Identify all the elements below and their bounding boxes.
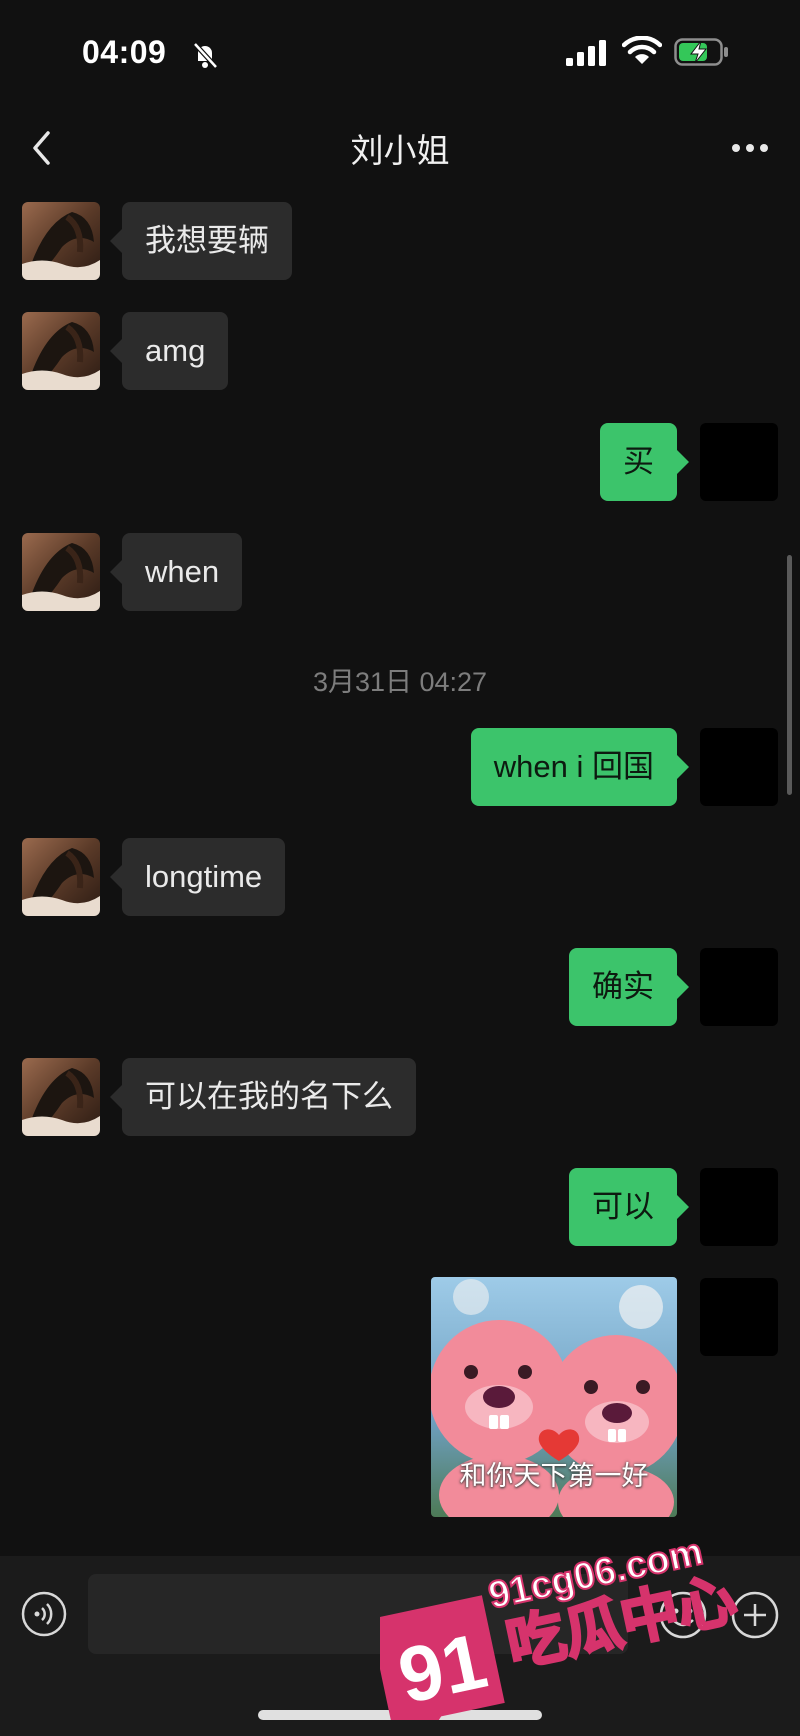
chat-scrollbar[interactable] <box>787 555 792 795</box>
chat-title: 刘小姐 <box>350 132 450 169</box>
message-bubble-incoming[interactable]: when <box>109 533 243 611</box>
my-avatar[interactable] <box>700 1168 778 1246</box>
my-avatar[interactable] <box>700 1278 778 1356</box>
message-bubble-outgoing[interactable]: 可以 <box>569 1168 689 1246</box>
wifi-icon <box>621 35 663 71</box>
input-bar <box>0 1556 800 1736</box>
message-row: 确实 <box>0 946 800 1026</box>
emoji-button[interactable] <box>658 1590 708 1640</box>
message-row: 可以在我的名下么 <box>0 1056 800 1136</box>
home-indicator[interactable] <box>258 1710 542 1720</box>
more-actions-button[interactable] <box>730 1590 780 1640</box>
message-row: when i 回国 <box>0 726 800 806</box>
message-row: longtime <box>0 836 800 916</box>
bell-slash-icon <box>190 40 220 75</box>
contact-avatar[interactable] <box>22 202 100 280</box>
message-row: 可以 <box>0 1166 800 1246</box>
battery-charging-icon <box>674 38 730 71</box>
my-avatar[interactable] <box>700 948 778 1026</box>
contact-avatar[interactable] <box>22 533 100 611</box>
smiley-icon <box>659 1591 707 1639</box>
plus-circle-icon <box>731 1591 779 1639</box>
cellular-signal-icon <box>566 40 610 71</box>
chevron-left-icon <box>33 131 50 165</box>
message-bubble-outgoing[interactable]: when i 回国 <box>470 728 690 806</box>
message-bubble-outgoing[interactable]: 买 <box>600 423 689 501</box>
message-row: amg <box>0 310 800 390</box>
message-bubble-outgoing[interactable]: 确实 <box>569 948 689 1026</box>
back-button[interactable] <box>18 118 78 178</box>
status-bar: 04:09 <box>0 0 800 110</box>
message-bubble-incoming[interactable]: 可以在我的名下么 <box>110 1058 416 1136</box>
my-avatar[interactable] <box>700 728 778 806</box>
contact-avatar[interactable] <box>22 312 100 390</box>
chat-header: 刘小姐 <box>0 110 800 210</box>
message-bubble-incoming[interactable]: longtime <box>109 838 286 916</box>
sticker-message[interactable]: 和你天下第一好 <box>431 1277 677 1517</box>
message-bubble-incoming[interactable]: 我想要辆 <box>110 202 292 280</box>
more-options-button[interactable] <box>720 118 780 178</box>
message-input[interactable] <box>88 1574 628 1654</box>
message-timestamp: 3月31日 04:27 <box>312 667 488 697</box>
my-avatar[interactable] <box>700 423 778 501</box>
message-row: when <box>0 531 800 611</box>
message-row: 我想要辆 <box>0 200 800 280</box>
status-time: 04:09 <box>82 34 167 70</box>
ellipsis-icon <box>732 144 768 152</box>
sticker-caption: 和你天下第一好 <box>459 1461 649 1491</box>
message-list[interactable]: 我想要辆 amg 买 when 3月31日 04:27 when i 回国 lo… <box>0 200 800 1560</box>
message-row: 买 <box>0 421 800 501</box>
voice-input-button[interactable] <box>20 1590 68 1638</box>
message-bubble-incoming[interactable]: amg <box>109 312 229 390</box>
contact-avatar[interactable] <box>22 1058 100 1136</box>
contact-avatar[interactable] <box>22 838 100 916</box>
voice-wave-icon <box>21 1591 67 1637</box>
